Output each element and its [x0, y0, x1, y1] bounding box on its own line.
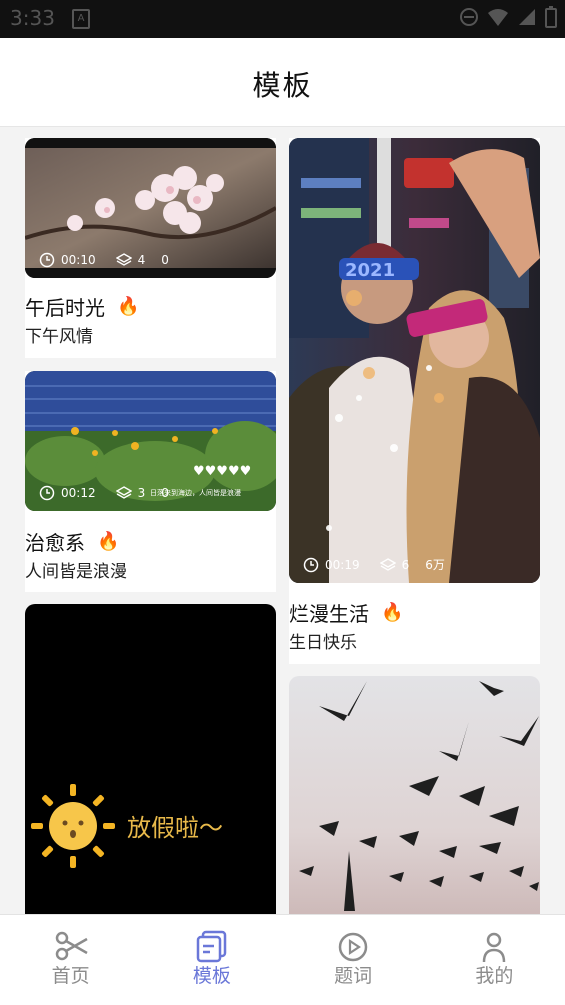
- template-icon: [196, 930, 227, 963]
- layers-icon: [379, 557, 396, 571]
- template-card[interactable]: 00:10 4 0 午后时光 🔥 下午风情: [25, 138, 276, 358]
- nav-item-prompter[interactable]: 题词: [283, 915, 424, 1005]
- duration-label: 00:10: [61, 253, 96, 267]
- template-thumbnail: ♥♥♥♥♥ 日落来到海边，人间皆是浪漫 00:12 3 0: [25, 371, 276, 511]
- template-meta: 00:10 4 0: [39, 252, 169, 268]
- template-title: 治愈系: [25, 531, 85, 555]
- page-title: 模板: [252, 69, 313, 102]
- nav-item-home[interactable]: 首页: [0, 915, 141, 1005]
- template-card[interactable]: ♥♥♥♥♥ 日落来到海边，人间皆是浪漫 00:12 3 0 治愈系 🔥 人间皆是…: [25, 371, 276, 592]
- layers-count: 4: [137, 253, 146, 267]
- template-card[interactable]: 2021 00:19 6 6万 烂漫生活 🔥 生日快乐: [289, 138, 540, 664]
- template-subtitle: 生日快乐: [289, 633, 357, 653]
- layers-icon: [115, 253, 132, 266]
- template-title-row: 治愈系 🔥: [25, 527, 119, 556]
- nav-item-templates[interactable]: 模板: [141, 915, 282, 1005]
- layers-icon: [115, 486, 132, 499]
- clock-icon: [39, 485, 55, 501]
- template-card[interactable]: 放假啦～: [25, 604, 276, 914]
- nav-label: 模板: [192, 965, 231, 987]
- template-thumbnail: 放假啦～: [25, 604, 276, 914]
- sun-cartoon-image: 放假啦～: [31, 784, 223, 868]
- signal-icon: [519, 9, 535, 25]
- status-time: 3:33: [10, 6, 55, 30]
- fire-icon: 🔥: [117, 296, 140, 317]
- template-meta: 00:12 3 0: [39, 485, 169, 501]
- seagulls-image: [289, 676, 540, 914]
- couple-selfie-image: 2021: [289, 138, 540, 583]
- template-title-row: 烂漫生活 🔥: [289, 598, 403, 627]
- template-subtitle: 下午风情: [25, 327, 93, 347]
- layers-count: 3: [137, 486, 146, 500]
- app-bar: 模板: [0, 38, 565, 127]
- template-subtitle: 人间皆是浪漫: [25, 562, 127, 582]
- battery-icon: [545, 6, 557, 28]
- fire-icon: 🔥: [97, 531, 120, 552]
- duration-label: 00:19: [325, 557, 360, 572]
- person-icon: [483, 932, 506, 963]
- fire-icon: 🔥: [381, 602, 404, 623]
- bottom-navigation: 首页 模板 题词 我的: [0, 914, 565, 1005]
- status-bar: 3:33 A: [0, 0, 565, 38]
- glasses-text: 2021: [345, 260, 395, 281]
- template-meta: 00:19 6 6万: [303, 556, 445, 573]
- nav-label: 题词: [334, 965, 373, 987]
- nav-label: 首页: [51, 965, 90, 987]
- play-circle-icon: [338, 932, 368, 962]
- scissors-icon: [55, 931, 88, 961]
- hearts-text: ♥♥♥♥♥: [193, 464, 251, 479]
- usage-count: 6万: [425, 558, 445, 572]
- usage-count: 0: [161, 486, 169, 500]
- template-title-row: 午后时光 🔥: [25, 292, 139, 321]
- usage-count: 0: [161, 253, 169, 267]
- template-card[interactable]: [289, 676, 540, 914]
- wifi-icon: [488, 9, 508, 26]
- template-title: 午后时光: [25, 296, 105, 320]
- clock-icon: [39, 252, 55, 268]
- template-thumbnail: 2021 00:19 6 6万: [289, 138, 540, 583]
- template-title: 烂漫生活: [289, 602, 369, 626]
- clock-icon: [303, 557, 319, 572]
- overlay-text: 放假啦～: [127, 814, 223, 842]
- duration-label: 00:12: [61, 486, 96, 500]
- status-icons: [459, 6, 557, 28]
- layers-count: 6: [401, 557, 410, 572]
- nav-label: 我的: [475, 965, 514, 987]
- nav-item-profile[interactable]: 我的: [424, 915, 565, 1005]
- template-thumbnail: [289, 676, 540, 914]
- notification-icon: A: [72, 9, 90, 29]
- template-thumbnail: 00:10 4 0: [25, 138, 276, 278]
- dnd-icon: [460, 8, 478, 26]
